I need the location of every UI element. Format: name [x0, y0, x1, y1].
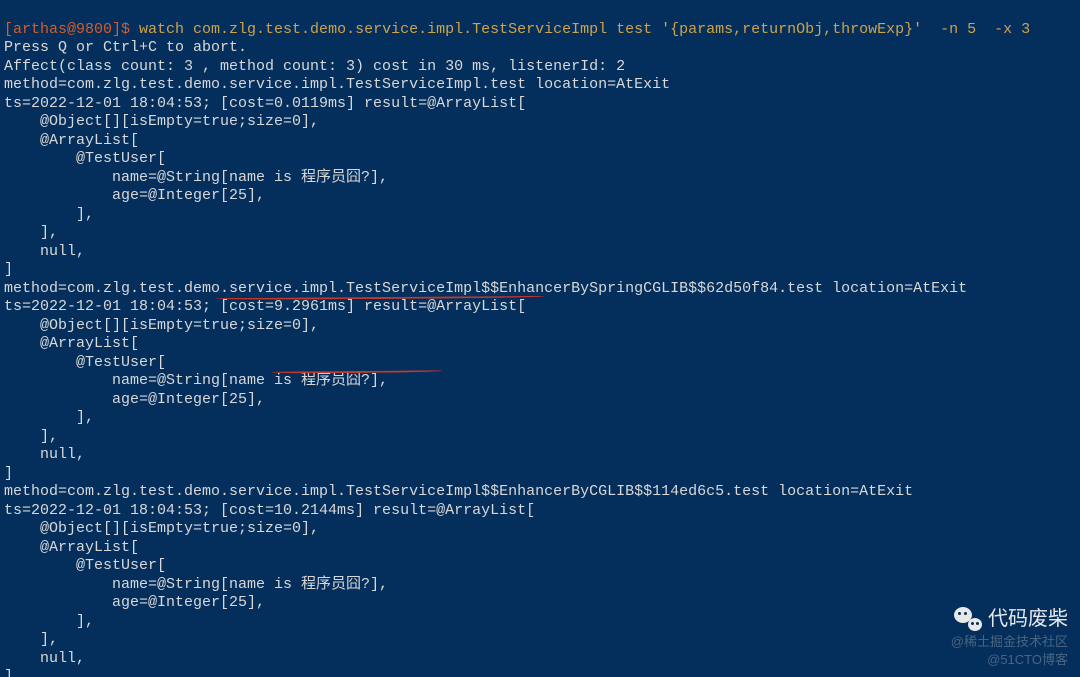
- affect-line: Affect(class count: 3 , method count: 3)…: [4, 58, 625, 75]
- method-line-2: method=com.zlg.test.demo.service.impl.Te…: [4, 483, 913, 500]
- null-line-1: null,: [4, 446, 85, 463]
- arraylist-open-2: @ArrayList[: [4, 539, 139, 556]
- testuser-close-0: ],: [4, 206, 94, 223]
- shell-prompt: [arthas@9800]$: [4, 21, 130, 38]
- ts-line-1: ts=2022-12-01 18:04:53; [cost=9.2961ms] …: [4, 298, 526, 315]
- age-line-2: age=@Integer[25],: [4, 594, 265, 611]
- watermark-line1: @稀土掘金技术社区: [951, 633, 1068, 651]
- watermark-block: 代码废柴 @稀土掘金技术社区 @51CTO博客: [951, 605, 1068, 669]
- obj-line-1: @Object[][isEmpty=true;size=0],: [4, 317, 319, 334]
- age-line-0: age=@Integer[25],: [4, 187, 265, 204]
- wechat-icon: [954, 607, 982, 631]
- testuser-open-0: @TestUser[: [4, 150, 166, 167]
- null-line-0: null,: [4, 243, 85, 260]
- arraylist-open-1: @ArrayList[: [4, 335, 139, 352]
- name-line-2: name=@String[name is 程序员囧?],: [4, 576, 388, 593]
- testuser-open-1: @TestUser[: [4, 354, 166, 371]
- abort-hint: Press Q or Ctrl+C to abort.: [4, 39, 247, 56]
- watermark-main: 代码废柴: [951, 605, 1068, 633]
- result-close-2: ]: [4, 668, 13, 677]
- ts-line-0: ts=2022-12-01 18:04:53; [cost=0.0119ms] …: [4, 95, 526, 112]
- arraylist-close-0: ],: [4, 224, 58, 241]
- arraylist-open-0: @ArrayList[: [4, 132, 139, 149]
- result-close-0: ]: [4, 261, 13, 278]
- method-line-0: method=com.zlg.test.demo.service.impl.Te…: [4, 76, 670, 93]
- arraylist-close-2: ],: [4, 631, 58, 648]
- watermark-main-text: 代码废柴: [988, 605, 1068, 633]
- method-line-1: method=com.zlg.test.demo.service.impl.Te…: [4, 280, 967, 297]
- ts-line-2: ts=2022-12-01 18:04:53; [cost=10.2144ms]…: [4, 502, 535, 519]
- arraylist-close-1: ],: [4, 428, 58, 445]
- watch-command: watch com.zlg.test.demo.service.impl.Tes…: [130, 21, 1030, 38]
- testuser-open-2: @TestUser[: [4, 557, 166, 574]
- obj-line-2: @Object[][isEmpty=true;size=0],: [4, 520, 319, 537]
- obj-line-0: @Object[][isEmpty=true;size=0],: [4, 113, 319, 130]
- watermark-line2: @51CTO博客: [951, 651, 1068, 669]
- result-close-1: ]: [4, 465, 13, 482]
- testuser-close-2: ],: [4, 613, 94, 630]
- name-line-0: name=@String[name is 程序员囧?],: [4, 169, 388, 186]
- terminal-output[interactable]: [arthas@9800]$ watch com.zlg.test.demo.s…: [0, 0, 1080, 677]
- testuser-close-1: ],: [4, 409, 94, 426]
- null-line-2: null,: [4, 650, 85, 667]
- name-line-1: name=@String[name is 程序员囧?],: [4, 372, 388, 389]
- age-line-1: age=@Integer[25],: [4, 391, 265, 408]
